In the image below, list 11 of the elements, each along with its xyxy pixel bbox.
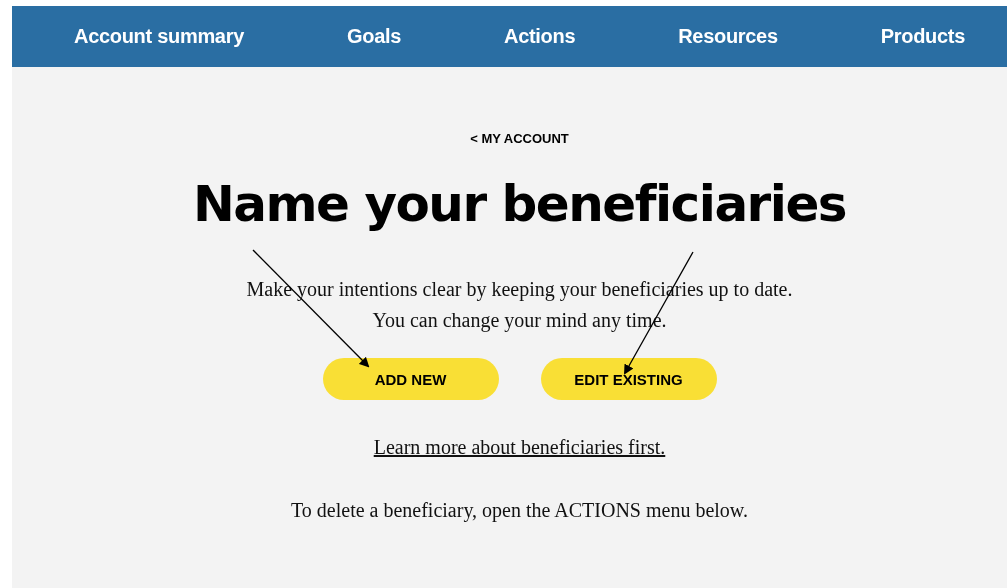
page-title: Name your beneficiaries bbox=[192, 174, 847, 234]
nav-link[interactable]: Resources bbox=[678, 25, 778, 48]
action-button[interactable]: EDIT EXISTING bbox=[540, 358, 717, 400]
learn-more-link[interactable]: Learn more about beneficiaries first. bbox=[373, 436, 666, 459]
back-link[interactable]: < MY ACCOUNT bbox=[470, 131, 569, 146]
nav-link[interactable]: Actions bbox=[504, 25, 576, 48]
nav-link[interactable]: Account summary bbox=[74, 25, 244, 48]
action-button[interactable]: ADD NEW bbox=[322, 358, 499, 400]
note-text: To delete a beneficiary, open the ACTIONS menu below. bbox=[291, 499, 748, 522]
nav-link[interactable]: Goals bbox=[346, 25, 402, 48]
nav-link[interactable]: Products bbox=[880, 25, 965, 48]
